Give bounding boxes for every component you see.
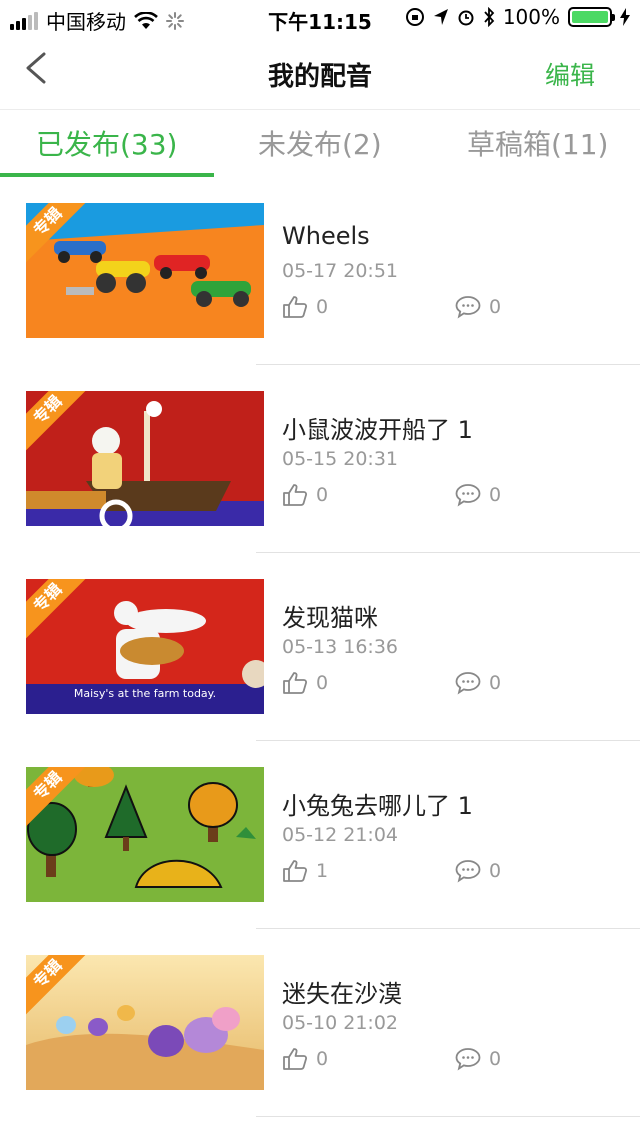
comment-button[interactable]: 0: [455, 1047, 501, 1071]
comment-count: 0: [489, 1048, 502, 1070]
thumbs-up-icon: [283, 672, 308, 694]
thumbs-up-icon: [283, 296, 308, 318]
navigation-bar: 我的配音 编辑: [0, 36, 640, 110]
thumbnail[interactable]: 专辑: [26, 391, 264, 526]
comment-icon: [455, 1048, 481, 1071]
like-button[interactable]: 0: [282, 483, 328, 507]
comment-icon: [455, 672, 481, 695]
comment-count: 0: [489, 484, 502, 506]
item-title: 发现猫咪: [282, 604, 378, 632]
like-button[interactable]: 0: [282, 671, 328, 695]
comment-button[interactable]: 0: [455, 671, 501, 695]
item-date: 05-15 20:31: [282, 448, 399, 470]
comment-count: 0: [489, 672, 502, 694]
like-count: 1: [316, 860, 329, 882]
comment-button[interactable]: 0: [455, 859, 501, 883]
list-item[interactable]: 专辑 迷失在沙漠 05-10 21:02 0 0: [0, 929, 640, 1117]
comment-icon: [455, 860, 481, 883]
video-caption: Maisy's at the farm today.: [73, 687, 217, 700]
status-bar: 中国移动 下午11:15 100%: [0, 0, 640, 36]
rotation-lock-icon: [405, 8, 424, 26]
status-right: 100%: [405, 5, 630, 29]
item-date: 05-13 16:36: [282, 636, 399, 658]
edit-button[interactable]: 编辑: [545, 56, 595, 92]
item-title: 小兔兔去哪儿了 1: [282, 792, 473, 820]
item-date: 05-17 20:51: [282, 260, 399, 282]
comment-icon: [455, 296, 481, 319]
thumbnail[interactable]: 专辑: [26, 767, 264, 902]
divider: [256, 1116, 640, 1117]
alarm-icon: [458, 10, 474, 26]
battery-icon: [568, 7, 615, 27]
list-item[interactable]: 专辑 小兔兔去哪儿了 1 05-12 21:04 1 0: [0, 741, 640, 929]
thumbnail[interactable]: 专辑: [26, 955, 264, 1090]
item-date: 05-10 21:02: [282, 1012, 399, 1034]
thumbnail[interactable]: Maisy's at the farm today. 专辑: [26, 579, 264, 714]
list-item[interactable]: Maisy's at the farm today. 专辑 发现猫咪 05-13…: [0, 553, 640, 741]
like-button[interactable]: 0: [282, 1047, 328, 1071]
comment-button[interactable]: 0: [455, 483, 501, 507]
comment-count: 0: [489, 296, 502, 318]
thumbs-up-icon: [283, 1048, 308, 1070]
comment-count: 0: [489, 860, 502, 882]
item-title: 迷失在沙漠: [282, 980, 402, 1008]
like-count: 0: [316, 296, 329, 318]
bluetooth-icon: [484, 7, 495, 27]
item-title: Wheels: [282, 222, 370, 250]
list-item[interactable]: 专辑 Wheels 05-17 20:51 0 0: [0, 177, 640, 365]
charging-icon: [620, 8, 630, 26]
thumbs-up-icon: [283, 484, 308, 506]
list-item[interactable]: 专辑 小鼠波波开船了 1 05-15 20:31 0 0: [0, 365, 640, 553]
like-count: 0: [316, 1048, 329, 1070]
location-icon: [433, 9, 448, 25]
like-button[interactable]: 0: [282, 295, 328, 319]
tab-drafts[interactable]: 草稿箱(11): [467, 123, 608, 163]
comment-button[interactable]: 0: [455, 295, 501, 319]
thumbs-up-icon: [283, 860, 308, 882]
like-count: 0: [316, 484, 329, 506]
item-date: 05-12 21:04: [282, 824, 399, 846]
item-title: 小鼠波波开船了 1: [282, 416, 473, 444]
comment-icon: [455, 484, 481, 507]
tab-bar: 已发布(33) 未发布(2) 草稿箱(11): [0, 111, 640, 177]
like-button[interactable]: 1: [282, 859, 328, 883]
tab-published[interactable]: 已发布(33): [36, 123, 177, 163]
battery-percent: 100%: [502, 5, 560, 29]
tab-unpublished[interactable]: 未发布(2): [258, 123, 382, 163]
thumbnail[interactable]: 专辑: [26, 203, 264, 338]
like-count: 0: [316, 672, 329, 694]
